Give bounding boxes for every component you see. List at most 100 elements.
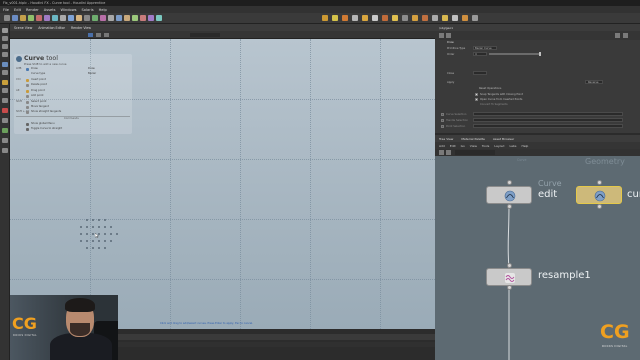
- select-tool-icon[interactable]: [2, 28, 8, 33]
- tab-scene-view[interactable]: Scene View: [14, 26, 32, 30]
- reset-ops-label[interactable]: Reset Operations: [479, 87, 501, 90]
- tab-material-palette[interactable]: Material Palette: [461, 137, 485, 141]
- shelf-tool-icon[interactable]: [132, 15, 138, 21]
- tab-animation-editor[interactable]: Animation Editor: [38, 26, 65, 30]
- shelf-tool-icon[interactable]: [108, 15, 114, 21]
- back-icon[interactable]: [439, 33, 444, 38]
- shelf-tool-icon[interactable]: [84, 15, 90, 21]
- reverse-button[interactable]: Reverse: [585, 80, 603, 84]
- shelf-tool-icon[interactable]: [140, 15, 146, 21]
- persp-icon[interactable]: [96, 33, 101, 37]
- menu-windows[interactable]: Windows: [60, 8, 76, 12]
- shelf-tool-icon[interactable]: [4, 15, 10, 21]
- shelf-light-icon[interactable]: [382, 15, 388, 21]
- net-menu-layout[interactable]: Layout: [494, 144, 504, 148]
- tab-render-view[interactable]: Render View: [71, 26, 91, 30]
- shelf-light-icon[interactable]: [412, 15, 418, 21]
- close-field[interactable]: [473, 71, 487, 75]
- point-selection-checkbox[interactable]: [441, 125, 444, 128]
- shelf-tool-icon[interactable]: [52, 15, 58, 21]
- net-menu-tools[interactable]: Tools: [482, 144, 489, 148]
- tab-asset-browser[interactable]: Asset Browser: [493, 137, 514, 141]
- shading-icon[interactable]: [104, 33, 109, 37]
- lights-icon[interactable]: [2, 148, 8, 153]
- node-output-port[interactable]: [506, 285, 512, 290]
- pose-tool-icon[interactable]: [2, 88, 8, 93]
- menu-render[interactable]: Render: [26, 8, 39, 12]
- forward-icon[interactable]: [446, 33, 451, 38]
- help-icon[interactable]: [623, 33, 628, 38]
- curve-selection-checkbox[interactable]: [441, 113, 444, 116]
- net-menu-view[interactable]: View: [470, 144, 477, 148]
- handle-selection-checkbox[interactable]: [441, 119, 444, 122]
- network-path-field[interactable]: [455, 150, 495, 155]
- node-resample1[interactable]: [486, 268, 532, 286]
- view-mode-icon[interactable]: [88, 33, 93, 37]
- menu-solaris[interactable]: Solaris: [82, 8, 94, 12]
- shelf-tool-icon[interactable]: [148, 15, 154, 21]
- playbar[interactable]: [118, 342, 435, 347]
- net-menu-add[interactable]: Add: [439, 144, 445, 148]
- snapping-icon[interactable]: [2, 108, 8, 113]
- render-region-icon[interactable]: [2, 118, 8, 123]
- shelf-light-icon[interactable]: [422, 15, 428, 21]
- shelf-tool-icon[interactable]: [116, 15, 122, 21]
- shelf-light-icon[interactable]: [402, 15, 408, 21]
- path-label[interactable]: /obj/geo1: [439, 26, 453, 30]
- camera-icon[interactable]: [2, 138, 8, 143]
- view-tool-icon[interactable]: [2, 70, 8, 75]
- selection-field[interactable]: [473, 118, 623, 122]
- viewport-path-field[interactable]: [190, 33, 220, 37]
- shelf-light-icon[interactable]: [342, 15, 348, 21]
- menu-file[interactable]: File: [3, 8, 9, 12]
- menu-assets[interactable]: Assets: [44, 8, 56, 12]
- menu-help[interactable]: Help: [99, 8, 107, 12]
- magnet-tool-icon[interactable]: [2, 98, 8, 103]
- primitive-type-menu[interactable]: Bezier Curve: [473, 46, 497, 50]
- shelf-tool-icon[interactable]: [100, 15, 106, 21]
- shelf-tool-icon[interactable]: [68, 15, 74, 21]
- net-menu-go[interactable]: Go: [461, 144, 465, 148]
- shelf-light-icon[interactable]: [322, 15, 328, 21]
- shelf-light-icon[interactable]: [442, 15, 448, 21]
- shelf-tool-icon[interactable]: [76, 15, 82, 21]
- shelf-light-icon[interactable]: [332, 15, 338, 21]
- rotate-tool-icon[interactable]: [2, 44, 8, 49]
- node-input-port[interactable]: [506, 180, 512, 185]
- shelf-tool-icon[interactable]: [124, 15, 130, 21]
- shelf-tool-icon[interactable]: [20, 15, 26, 21]
- shelf-tool-icon[interactable]: [156, 15, 162, 21]
- shelf-tool-icon[interactable]: [36, 15, 42, 21]
- selection-field[interactable]: [473, 124, 623, 128]
- shelf-tool-icon[interactable]: [28, 15, 34, 21]
- gear-icon[interactable]: [615, 33, 620, 38]
- shelf-tool-icon[interactable]: [12, 15, 18, 21]
- net-menu-help[interactable]: Help: [522, 144, 529, 148]
- scale-tool-icon[interactable]: [2, 52, 8, 57]
- selection-field[interactable]: [473, 112, 623, 116]
- shelf-light-icon[interactable]: [372, 15, 378, 21]
- node-output-port[interactable]: [506, 204, 512, 209]
- handle-tool-icon[interactable]: [2, 62, 8, 67]
- shelf-light-icon[interactable]: [472, 15, 478, 21]
- node-output-port[interactable]: [596, 204, 602, 209]
- order-slider[interactable]: [489, 53, 541, 55]
- back-icon[interactable]: [439, 150, 444, 155]
- shelf-light-icon[interactable]: [452, 15, 458, 21]
- shelf-light-icon[interactable]: [392, 15, 398, 21]
- node-curve1[interactable]: [576, 186, 622, 204]
- shelf-tool-icon[interactable]: [44, 15, 50, 21]
- curve-tool-icon[interactable]: [2, 80, 8, 85]
- net-menu-edit[interactable]: Edit: [450, 144, 456, 148]
- timeline-slider[interactable]: [118, 334, 435, 340]
- tab-tree-view[interactable]: Tree View: [439, 137, 453, 141]
- net-menu-labs[interactable]: Labs: [510, 144, 517, 148]
- node-edit[interactable]: [486, 186, 532, 204]
- menu-edit[interactable]: Edit: [14, 8, 21, 12]
- node-input-port[interactable]: [596, 180, 602, 185]
- shelf-light-icon[interactable]: [352, 15, 358, 21]
- forward-icon[interactable]: [446, 150, 451, 155]
- shelf-tool-icon[interactable]: [60, 15, 66, 21]
- order-slider-handle[interactable]: [539, 52, 541, 56]
- display-icon[interactable]: [2, 128, 8, 133]
